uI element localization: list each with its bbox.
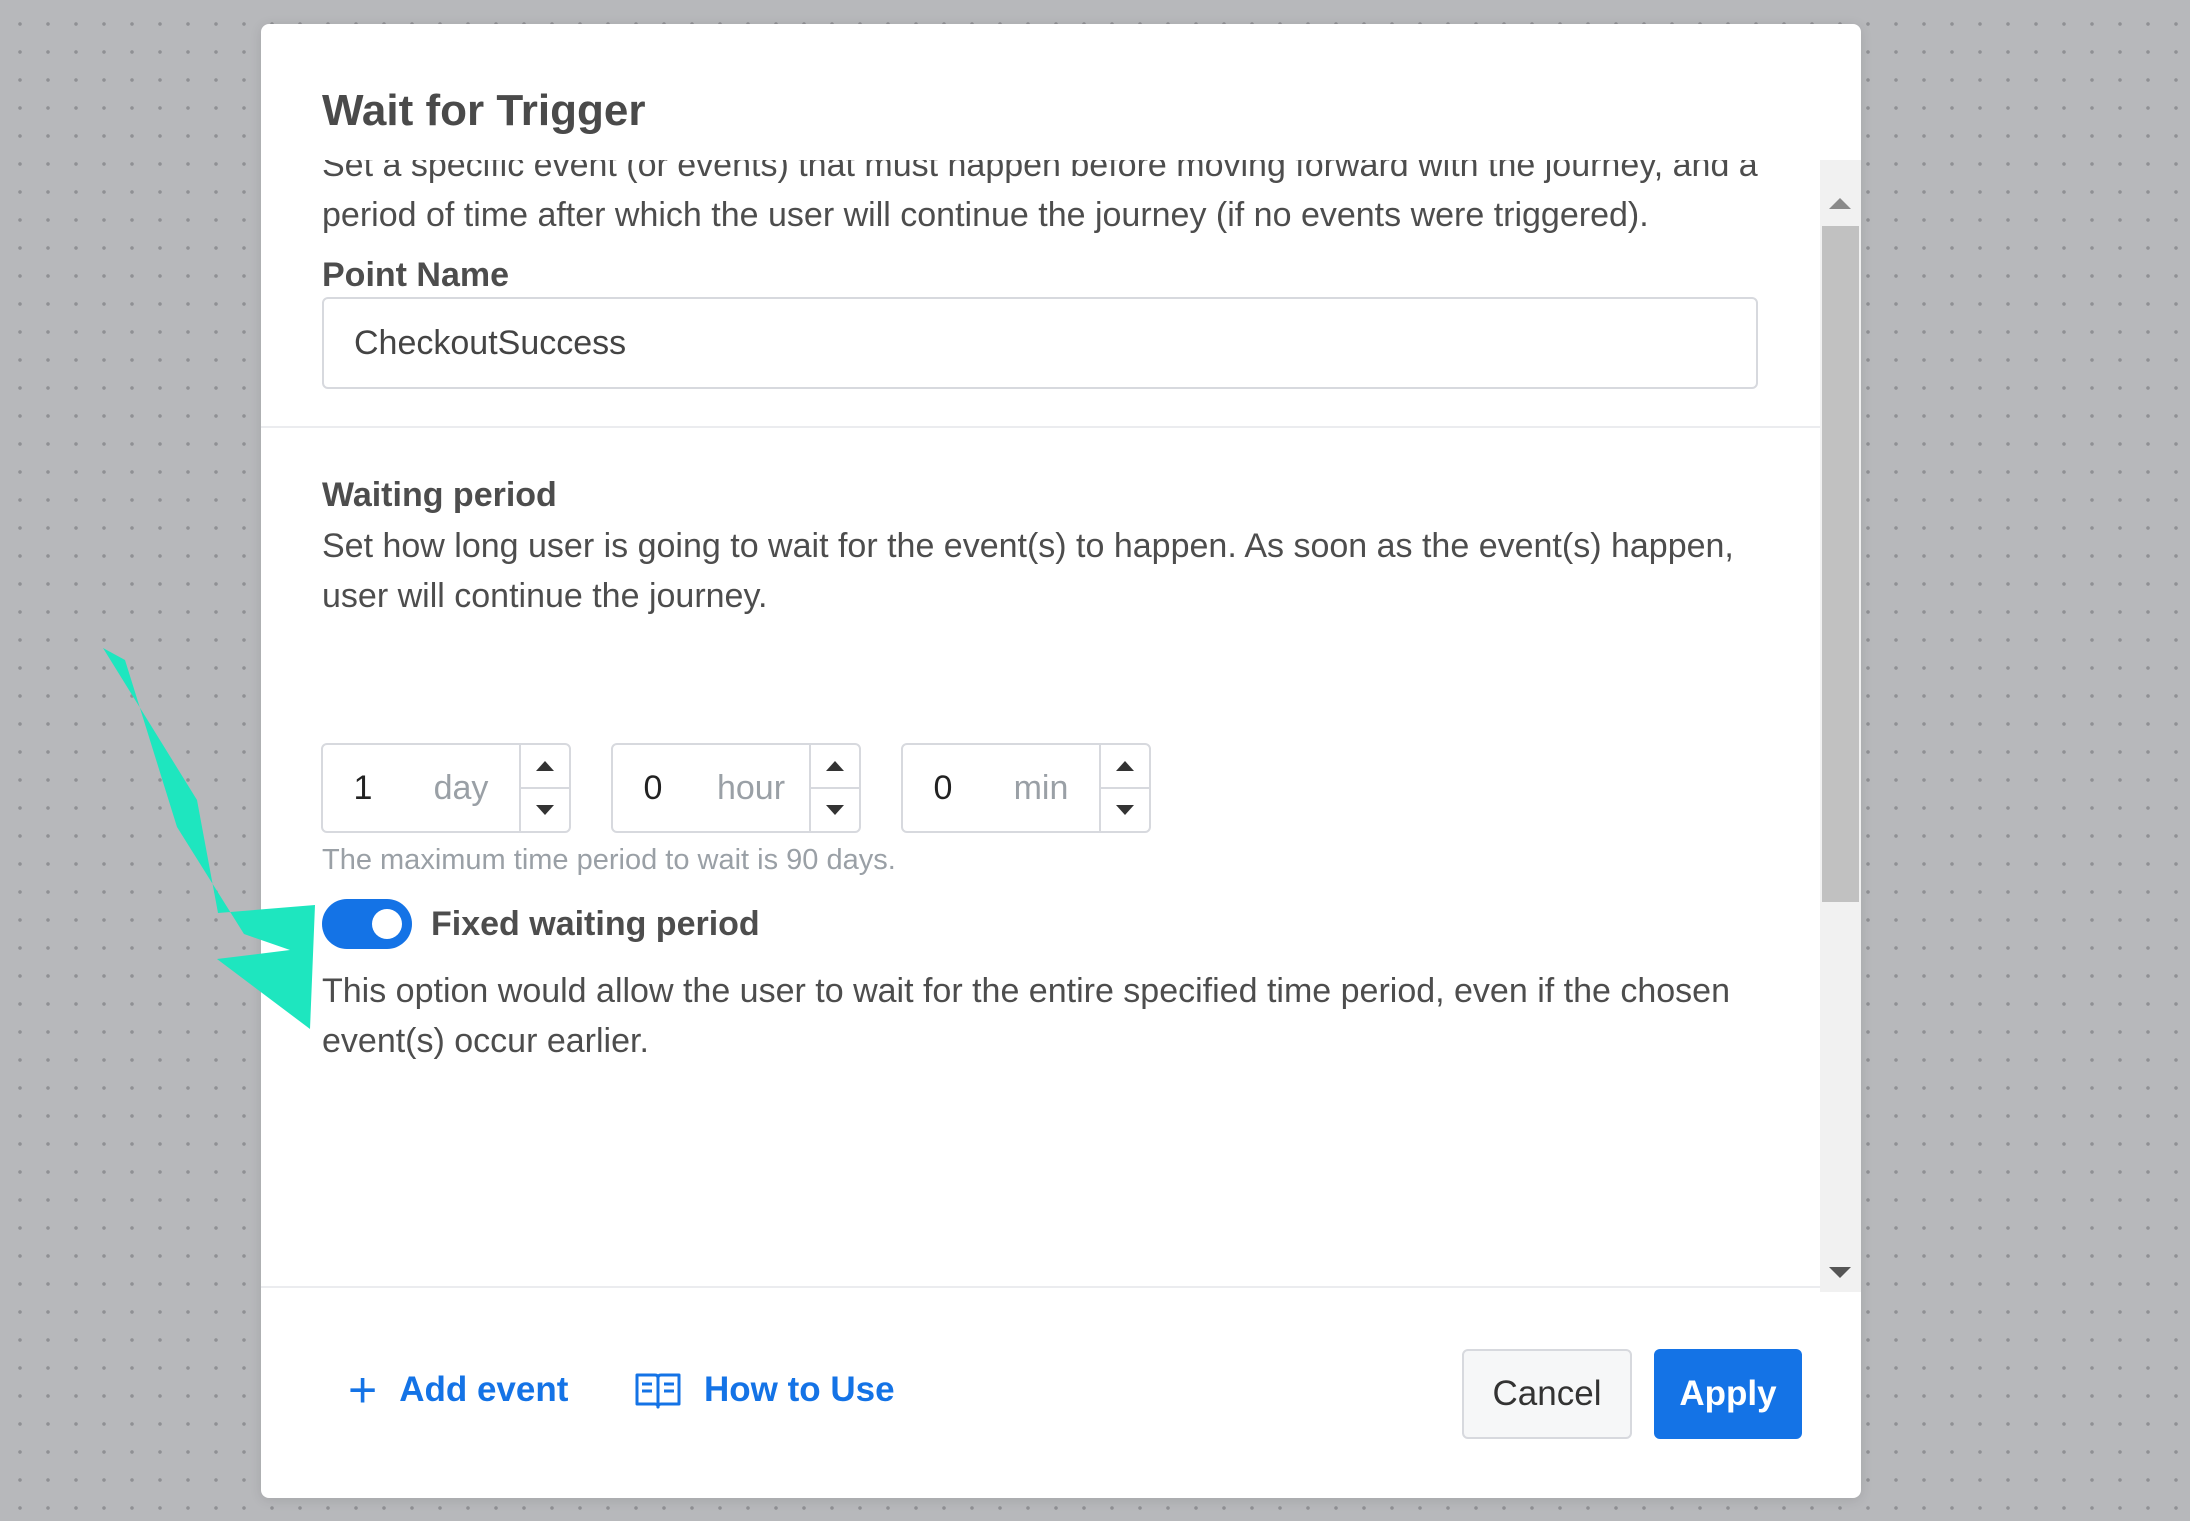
wait-for-trigger-modal: Wait for Trigger Set a specific event (o… — [261, 24, 1861, 1498]
modal-title: Wait for Trigger — [322, 86, 646, 135]
book-icon — [634, 1370, 682, 1410]
minutes-increment-button[interactable] — [1101, 745, 1149, 787]
max-period-hint: The maximum time period to wait is 90 da… — [322, 844, 896, 876]
days-input[interactable]: 1 day — [321, 743, 571, 833]
point-name-label: Point Name — [322, 256, 510, 294]
fixed-waiting-description: This option would allow the user to wait… — [322, 972, 1730, 1060]
section-divider — [261, 426, 1821, 428]
days-value[interactable]: 1 — [323, 745, 403, 831]
hours-value[interactable]: 0 — [613, 745, 693, 831]
modal-scroll-content[interactable]: Set a specific event (or events) that mu… — [261, 160, 1821, 1292]
point-name-input[interactable] — [322, 297, 1758, 389]
scroll-up-arrow-icon[interactable] — [1829, 198, 1851, 209]
modal-description: Set a specific event (or events) that mu… — [322, 160, 1758, 234]
scrollbar-thumb[interactable] — [1822, 226, 1859, 902]
waiting-period-label: Waiting period — [322, 476, 557, 514]
footer-divider — [261, 1286, 1821, 1288]
days-unit: day — [433, 768, 489, 807]
how-to-use-link[interactable]: How to Use — [634, 1370, 895, 1410]
arrow-down-icon — [536, 805, 554, 815]
cancel-button[interactable]: Cancel — [1462, 1349, 1632, 1439]
hours-stepper — [809, 745, 859, 831]
arrow-up-icon — [1116, 761, 1134, 771]
fixed-waiting-label: Fixed waiting period — [431, 905, 760, 943]
hours-decrement-button[interactable] — [811, 787, 859, 831]
arrow-up-icon — [826, 761, 844, 771]
minutes-input[interactable]: 0 min — [901, 743, 1151, 833]
days-decrement-button[interactable] — [521, 787, 569, 831]
minutes-value[interactable]: 0 — [903, 745, 983, 831]
scroll-down-arrow-icon[interactable] — [1829, 1267, 1851, 1278]
hours-unit: hour — [716, 768, 786, 807]
days-stepper — [519, 745, 569, 831]
vertical-scrollbar[interactable] — [1820, 160, 1861, 1292]
arrow-down-icon — [826, 805, 844, 815]
arrow-up-icon — [536, 761, 554, 771]
how-to-use-label: How to Use — [704, 1370, 895, 1409]
plus-icon: + — [348, 1362, 378, 1418]
hours-increment-button[interactable] — [811, 745, 859, 787]
days-increment-button[interactable] — [521, 745, 569, 787]
hours-input[interactable]: 0 hour — [611, 743, 861, 833]
arrow-down-icon — [1116, 805, 1134, 815]
minutes-unit: min — [1013, 768, 1069, 807]
fixed-waiting-toggle[interactable] — [322, 899, 412, 949]
waiting-period-description: Set how long user is going to wait for t… — [322, 527, 1734, 615]
add-event-button[interactable]: + Add event — [348, 1362, 569, 1418]
toggle-knob — [372, 909, 402, 939]
minutes-stepper — [1099, 745, 1149, 831]
add-event-label: Add event — [399, 1370, 569, 1409]
minutes-decrement-button[interactable] — [1101, 787, 1149, 831]
apply-button[interactable]: Apply — [1654, 1349, 1802, 1439]
